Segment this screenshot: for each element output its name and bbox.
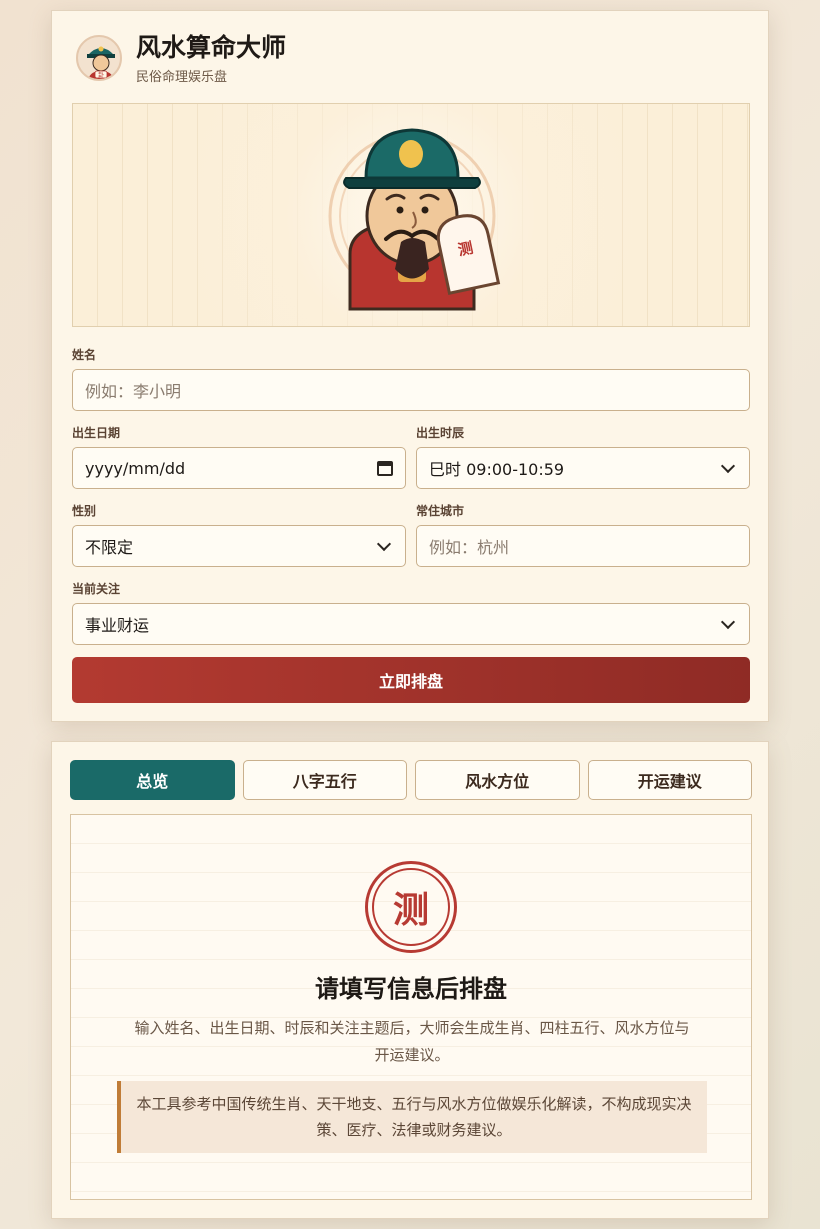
tab-fengshui-direction[interactable]: 风水方位 <box>415 760 580 800</box>
chevron-down-icon <box>720 458 736 473</box>
svg-text:卦: 卦 <box>98 71 104 79</box>
chevron-down-icon <box>376 536 392 551</box>
calendar-icon[interactable] <box>377 460 393 476</box>
seal-icon: 测 <box>365 861 457 953</box>
name-placeholder: 例如：李小明 <box>85 382 182 401</box>
app-subtitle: 民俗命理娱乐盘 <box>136 70 228 85</box>
empty-state-title: 请填写信息后排盘 <box>315 975 507 1003</box>
focus-select[interactable]: 事业财运 <box>72 603 750 645</box>
fortune-teller-illustration: 测 <box>328 128 501 311</box>
city-input[interactable]: 例如：杭州 <box>416 525 750 567</box>
tab-overview[interactable]: 总览 <box>70 760 235 800</box>
name-label: 姓名 <box>72 348 97 362</box>
app-title: 风水算命大师 <box>136 33 287 62</box>
disclaimer-notice: 本工具参考中国传统生肖、天干地支、五行与风水方位做娱乐化解读，不构成现实决策、医… <box>117 1081 707 1153</box>
empty-state-description: 输入姓名、出生日期、时辰和关注主题后，大师会生成生肖、四柱五行、风水方位与开运建… <box>134 1019 690 1064</box>
city-placeholder: 例如：杭州 <box>429 538 510 557</box>
result-card: 总览 八字五行 风水方位 开运建议 测 请填写信息后排盘 输入姓名、出生日期、时… <box>51 741 769 1219</box>
result-panel: 测 请填写信息后排盘 输入姓名、出生日期、时辰和关注主题后，大师会生成生肖、四柱… <box>70 814 752 1200</box>
hero-banner: 测 <box>72 103 750 327</box>
city-label: 常住城市 <box>416 504 465 518</box>
gender-select[interactable]: 不限定 <box>72 525 406 567</box>
master-avatar-icon: 卦 <box>76 35 122 81</box>
gender-label: 性别 <box>72 504 97 518</box>
tab-bazi-wuxing[interactable]: 八字五行 <box>242 760 407 800</box>
birth-date-input[interactable]: yyyy/mm/dd <box>72 447 406 489</box>
birth-date-value: yyyy/mm/dd <box>85 458 186 478</box>
input-card: 卦 风水算命大师 民俗命理娱乐盘 测 姓名 例如：李小明 出生日期 yyyy/m… <box>51 10 769 722</box>
seal-char: 测 <box>372 868 450 946</box>
submit-button[interactable]: 立即排盘 <box>72 657 750 703</box>
gender-value: 不限定 <box>85 538 134 557</box>
tab-luck-advice[interactable]: 开运建议 <box>587 760 752 800</box>
name-input[interactable]: 例如：李小明 <box>72 369 750 411</box>
focus-value: 事业财运 <box>85 616 150 635</box>
birth-hour-label: 出生时辰 <box>416 426 465 440</box>
chevron-down-icon <box>720 614 736 629</box>
result-tabs: 总览 八字五行 风水方位 开运建议 <box>70 760 752 800</box>
focus-label: 当前关注 <box>72 582 121 596</box>
app-header: 卦 风水算命大师 民俗命理娱乐盘 <box>76 31 286 91</box>
birth-date-label: 出生日期 <box>72 426 121 440</box>
birth-hour-select[interactable]: 巳时 09:00-10:59 <box>416 447 750 489</box>
birth-hour-value: 巳时 09:00-10:59 <box>429 460 565 479</box>
